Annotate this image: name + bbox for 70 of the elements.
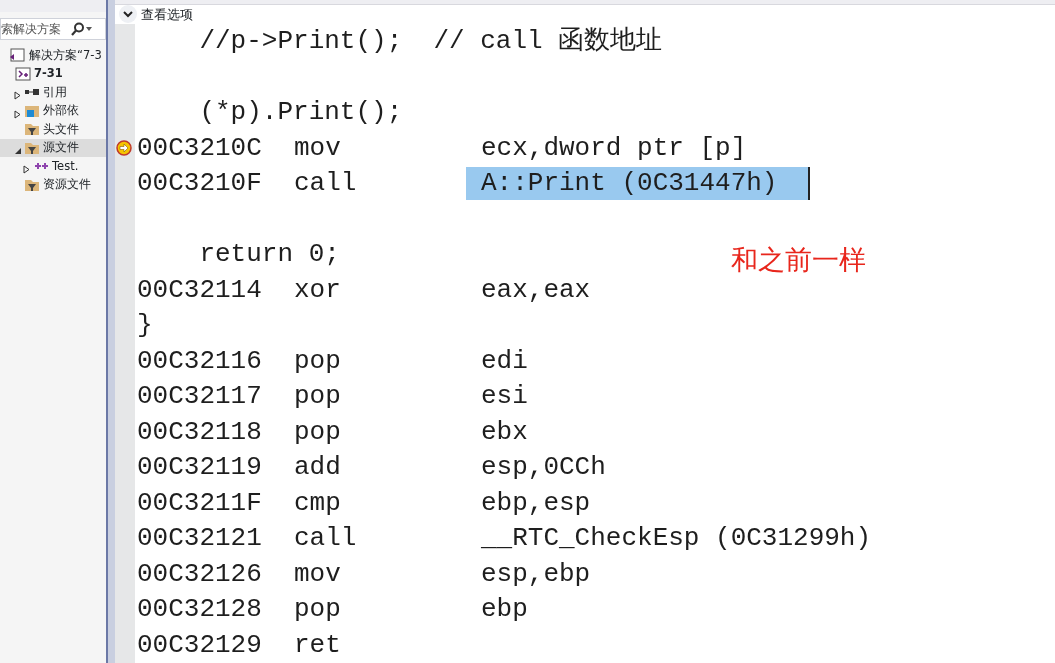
address-text: 00C32116 bbox=[137, 344, 263, 378]
caret-icon bbox=[85, 26, 93, 32]
mnemonic-text: ret bbox=[294, 628, 342, 662]
mnemonic-text: pop bbox=[294, 344, 342, 378]
filter-folder-icon bbox=[24, 122, 40, 137]
tree-item[interactable]: 头文件 bbox=[0, 120, 106, 139]
tree-item[interactable]: 外部依 bbox=[0, 101, 106, 120]
project-icon bbox=[15, 66, 31, 81]
address-text: 00C32119 bbox=[137, 451, 263, 485]
tree-item[interactable]: 引用 bbox=[0, 83, 106, 102]
tree-label: 外部依 bbox=[43, 102, 79, 120]
address-text: 00C32126 bbox=[137, 557, 263, 591]
mnemonic-text: pop bbox=[294, 380, 342, 414]
operand-text: esi bbox=[481, 380, 528, 414]
address-text: 00C32118 bbox=[137, 415, 263, 449]
mnemonic-text: mov bbox=[294, 131, 342, 165]
mnemonic-text: xor bbox=[294, 273, 342, 307]
mnemonic-text: cmp bbox=[294, 486, 342, 520]
operand-text: eax,eax bbox=[481, 273, 591, 307]
operand-text: ecx,dword ptr [p] bbox=[481, 131, 747, 165]
mnemonic-text: mov bbox=[294, 557, 342, 591]
operand-text: ebx bbox=[481, 415, 528, 449]
filter-folder-icon bbox=[24, 177, 40, 192]
tree-label: 源文件 bbox=[43, 139, 79, 157]
tree-label: 头文件 bbox=[43, 120, 79, 138]
operand-text: ebp bbox=[481, 593, 528, 627]
address-text: 00C3210F bbox=[137, 167, 263, 201]
tree-label: 资源文件 bbox=[43, 176, 91, 194]
collapsed-icon bbox=[23, 165, 31, 175]
source-line: //p->Print(); // call 函数地址 bbox=[198, 25, 663, 59]
source-line: return 0; bbox=[198, 238, 340, 272]
tree-label: 引用 bbox=[43, 83, 67, 101]
operand-text: esp,0CCh bbox=[481, 451, 606, 485]
operand-text: edi bbox=[481, 344, 528, 378]
annotation-text: 和之前一样 bbox=[731, 243, 866, 277]
mnemonic-text: pop bbox=[294, 415, 342, 449]
tree-item[interactable]: 7-31 bbox=[0, 64, 106, 83]
address-text: 00C3210C bbox=[137, 131, 263, 165]
tree-item[interactable]: Test. bbox=[0, 157, 106, 176]
tree-label: 7-31 bbox=[34, 65, 63, 83]
tree-label: 解决方案“7-3 bbox=[29, 46, 102, 64]
selected-operand: A::Print (0C31447h) bbox=[466, 167, 810, 201]
tree-item[interactable]: 资源文件 bbox=[0, 175, 106, 194]
address-text: 00C32121 bbox=[137, 522, 263, 556]
operand-text: esp,ebp bbox=[481, 557, 591, 591]
solution-icon bbox=[10, 48, 26, 63]
search-icon bbox=[71, 22, 85, 36]
mnemonic-text: call bbox=[294, 522, 358, 556]
address-text: 00C32129 bbox=[137, 628, 263, 662]
folder-icon bbox=[24, 103, 40, 118]
chevron-button[interactable] bbox=[119, 5, 137, 24]
operand-text: __RTC_CheckEsp (0C31299h) bbox=[481, 522, 872, 556]
tree-item[interactable]: 解决方案“7-3 bbox=[0, 46, 106, 65]
source-line: } bbox=[137, 309, 153, 343]
operand-text: ebp,esp bbox=[481, 486, 591, 520]
address-text: 00C32128 bbox=[137, 593, 263, 627]
mnemonic-text: add bbox=[294, 451, 342, 485]
chevron-icon bbox=[123, 10, 133, 18]
mnemonic-text: pop bbox=[294, 593, 342, 627]
expanded-icon bbox=[14, 147, 22, 156]
address-text: 00C3211F bbox=[137, 486, 263, 520]
tree-item[interactable]: 源文件 bbox=[0, 138, 106, 157]
address-text: 00C32117 bbox=[137, 380, 263, 414]
tree-label: Test. bbox=[52, 157, 79, 175]
search-field[interactable]: 索解决方案 bbox=[0, 18, 106, 40]
filter-folder-icon bbox=[24, 140, 40, 155]
source-line: (*p).Print(); bbox=[198, 96, 403, 130]
address-text: 00C32114 bbox=[137, 273, 263, 307]
view-options-label[interactable]: 查看选项 bbox=[141, 4, 193, 24]
mnemonic-text: call bbox=[294, 167, 358, 201]
